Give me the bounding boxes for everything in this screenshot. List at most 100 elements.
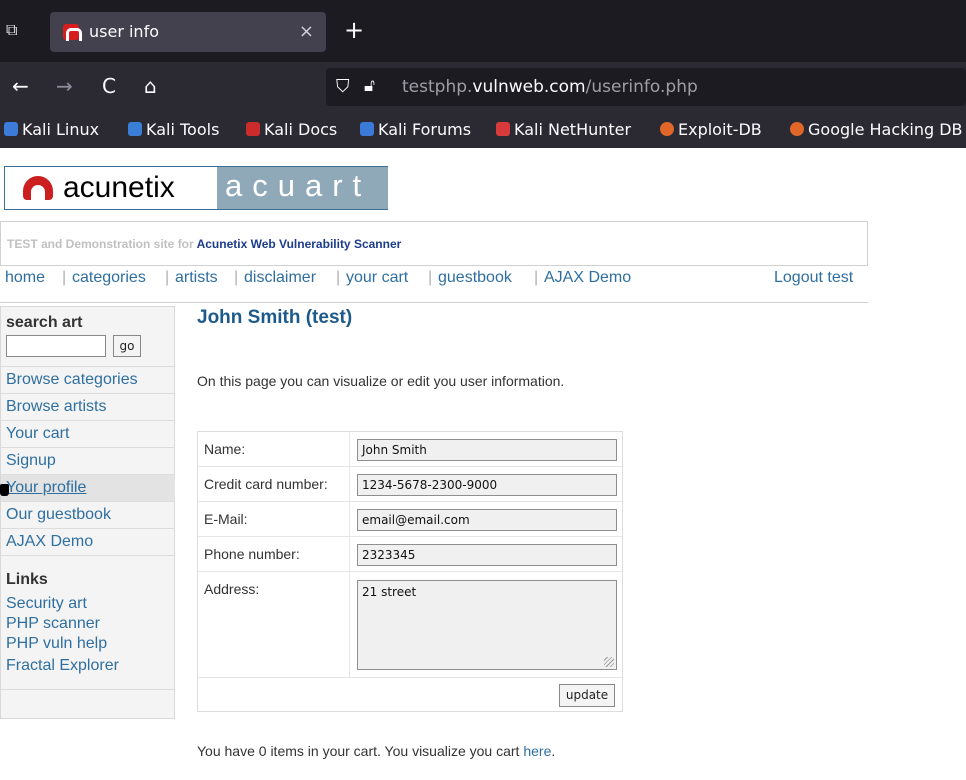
acunetix-logo-icon bbox=[23, 176, 53, 200]
link-php-scanner[interactable]: PHP scanner bbox=[6, 615, 100, 633]
credit-card-label: Credit card number: bbox=[204, 476, 328, 492]
home-icon[interactable]: ⌂ bbox=[144, 74, 157, 98]
nav-artists[interactable]: artists bbox=[175, 269, 218, 287]
bookmark-kali-nethunter[interactable]: Kali NetHunter bbox=[496, 120, 631, 139]
nav-home[interactable]: home bbox=[5, 269, 45, 287]
acunetix-wordmark: acunetix bbox=[63, 171, 175, 204]
sidebar-your-cart[interactable]: Your cart bbox=[1, 420, 175, 447]
column-divider bbox=[349, 432, 350, 677]
row-divider bbox=[198, 501, 622, 502]
kali-forums-icon bbox=[360, 122, 374, 136]
nav-separator: | bbox=[62, 269, 67, 286]
sidebar-browse-categories[interactable]: Browse categories bbox=[1, 366, 175, 393]
nav-separator: | bbox=[534, 269, 539, 286]
phone-field[interactable]: 2323345 bbox=[357, 544, 617, 566]
forward-icon[interactable]: → bbox=[56, 74, 73, 98]
acunetix-favicon-icon bbox=[63, 24, 82, 41]
top-nav: home | categories | artists | disclaimer… bbox=[0, 266, 868, 303]
row-divider bbox=[198, 466, 622, 467]
acuart-logo: acuart bbox=[217, 167, 388, 209]
search-art-input[interactable] bbox=[6, 335, 106, 357]
nav-separator: | bbox=[234, 269, 239, 286]
email-label: E-Mail: bbox=[204, 511, 248, 527]
link-fractal-explorer[interactable]: Fractal Explorer bbox=[6, 657, 119, 675]
tagline-scanner-link[interactable]: Acunetix Web Vulnerability Scanner bbox=[197, 237, 402, 251]
nav-ajax-demo[interactable]: AJAX Demo bbox=[544, 269, 631, 287]
bookmark-google-hacking-db[interactable]: Google Hacking DB bbox=[790, 120, 963, 139]
bookmark-kali-linux[interactable]: Kali Linux bbox=[4, 120, 99, 139]
back-icon[interactable]: ← bbox=[12, 74, 29, 98]
search-art-heading: search art bbox=[6, 314, 83, 331]
bookmark-kali-tools[interactable]: Kali Tools bbox=[128, 120, 219, 139]
sidebar: search art go Browse categories Browse a… bbox=[0, 306, 175, 719]
resize-grip-icon[interactable] bbox=[604, 657, 614, 667]
kali-docs-icon bbox=[246, 122, 260, 136]
credit-card-field[interactable]: 1234-5678-2300-9000 bbox=[357, 474, 617, 496]
tab-title: user info bbox=[89, 22, 159, 41]
browser-nav-bar: ← → C ⌂ ⛉ 🔓︎ testphp.vulnweb.com/userinf… bbox=[0, 62, 966, 112]
sidebar-your-profile[interactable]: Your profile bbox=[1, 474, 175, 501]
reload-icon[interactable]: C bbox=[102, 74, 116, 98]
new-tab-icon[interactable]: + bbox=[344, 16, 364, 44]
name-label: Name: bbox=[204, 441, 246, 457]
browser-tab-bar: ⧉ user info × + bbox=[0, 0, 966, 62]
insecure-lock-icon[interactable]: 🔓︎ bbox=[364, 76, 375, 96]
tab-close-icon[interactable]: × bbox=[299, 21, 314, 42]
address-value: 21 street bbox=[362, 585, 417, 599]
nav-separator: | bbox=[336, 269, 341, 286]
phone-label: Phone number: bbox=[204, 546, 300, 562]
bookmarks-bar: Kali Linux Kali Tools Kali Docs Kali For… bbox=[0, 112, 966, 148]
kali-linux-icon bbox=[4, 122, 18, 136]
shield-icon[interactable]: ⛉ bbox=[336, 76, 350, 97]
nav-categories[interactable]: categories bbox=[72, 269, 146, 287]
page-title: John Smith (test) bbox=[197, 307, 353, 328]
address-textarea[interactable]: 21 street bbox=[357, 580, 617, 670]
sidebar-ajax-demo[interactable]: AJAX Demo bbox=[1, 528, 175, 555]
nav-separator: | bbox=[428, 269, 433, 286]
link-php-vuln-help[interactable]: PHP vuln help bbox=[6, 635, 107, 653]
cart-note: You have 0 items in your cart. You visua… bbox=[197, 743, 555, 759]
url-bar[interactable]: ⛉ 🔓︎ testphp.vulnweb.com/userinfo.php bbox=[326, 68, 966, 106]
nav-your-cart[interactable]: your cart bbox=[346, 269, 408, 287]
bookmark-kali-forums[interactable]: Kali Forums bbox=[360, 120, 471, 139]
logout-link[interactable]: Logout test bbox=[774, 269, 853, 287]
row-divider bbox=[198, 571, 622, 572]
intro-text: On this page you can visualize or edit y… bbox=[197, 373, 565, 389]
kali-nethunter-icon bbox=[496, 122, 510, 136]
acuart-wordmark: acuart bbox=[225, 168, 372, 203]
nav-separator: | bbox=[165, 269, 170, 286]
name-field[interactable]: John Smith bbox=[357, 439, 617, 461]
cart-here-link[interactable]: here bbox=[523, 743, 551, 759]
row-divider bbox=[198, 677, 622, 678]
hand-cursor-icon bbox=[0, 484, 9, 496]
cart-note-text: You have 0 items in your cart. You visua… bbox=[197, 743, 524, 759]
bookmark-exploit-db[interactable]: Exploit-DB bbox=[660, 120, 762, 139]
site-logo[interactable]: acunetix acuart bbox=[4, 166, 388, 210]
sidebar-our-guestbook[interactable]: Our guestbook bbox=[1, 501, 175, 528]
exploit-db-icon bbox=[660, 122, 674, 136]
nav-disclaimer[interactable]: disclaimer bbox=[244, 269, 316, 287]
search-go-button[interactable]: go bbox=[113, 335, 141, 357]
tagline-text: TEST and Demonstration site for bbox=[7, 237, 197, 251]
email-field[interactable]: email@email.com bbox=[357, 509, 617, 531]
sidebar-signup[interactable]: Signup bbox=[1, 447, 175, 474]
url-text: testphp.vulnweb.com/userinfo.php bbox=[402, 77, 698, 97]
links-heading: Links bbox=[6, 571, 48, 588]
row-divider bbox=[198, 536, 622, 537]
address-label: Address: bbox=[204, 581, 260, 597]
bookmark-kali-docs[interactable]: Kali Docs bbox=[246, 120, 337, 139]
acunetix-logo: acunetix bbox=[5, 167, 216, 209]
link-security-art[interactable]: Security art bbox=[6, 595, 87, 613]
browser-tab[interactable]: user info × bbox=[50, 12, 326, 52]
sidebar-divider bbox=[1, 555, 175, 556]
sidebar-bottom-divider bbox=[1, 689, 175, 690]
site-tagline: TEST and Demonstration site for Acunetix… bbox=[0, 221, 868, 266]
google-hacking-db-icon bbox=[790, 122, 804, 136]
sidebar-browse-artists[interactable]: Browse artists bbox=[1, 393, 175, 420]
user-info-form: Name: John Smith Credit card number: 123… bbox=[197, 431, 623, 712]
cart-note-end: . bbox=[551, 743, 556, 759]
update-button[interactable]: update bbox=[559, 684, 615, 707]
kali-tools-icon bbox=[128, 122, 142, 136]
nav-guestbook[interactable]: guestbook bbox=[438, 269, 512, 287]
tab-list-icon[interactable]: ⧉ bbox=[6, 20, 26, 42]
